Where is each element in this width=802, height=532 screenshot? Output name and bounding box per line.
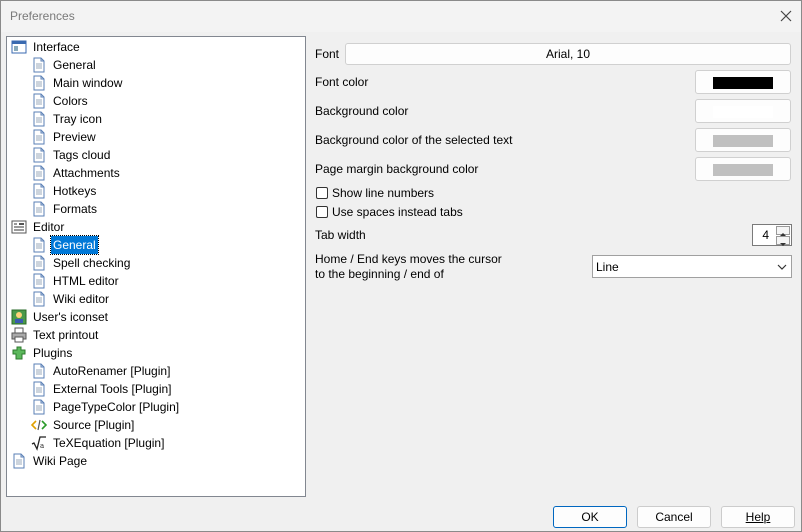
cancel-button[interactable]: Cancel <box>637 506 711 528</box>
iconset-icon <box>11 309 27 325</box>
spin-down-button[interactable] <box>776 236 790 246</box>
tab-width-spinbox[interactable]: 4 <box>752 224 792 246</box>
ok-label: OK <box>581 510 599 524</box>
selected-text-bg-button[interactable] <box>695 128 791 152</box>
show-line-numbers-label: Show line numbers <box>332 186 435 200</box>
ok-button[interactable]: OK <box>553 506 627 528</box>
page-icon <box>31 111 47 127</box>
tree-item-label: Colors <box>53 94 88 108</box>
tree-item-label: Editor <box>33 220 65 234</box>
tree-item-label: Plugins <box>33 346 73 360</box>
tree-item-label: Tags cloud <box>53 148 111 162</box>
help-button[interactable]: Help <box>721 506 795 528</box>
tree-item-label: AutoRenamer [Plugin] <box>53 364 171 378</box>
background-color-label: Background color <box>315 104 409 118</box>
page-icon <box>31 93 47 109</box>
page-icon <box>31 165 47 181</box>
title-bar: Preferences <box>1 1 801 32</box>
editor-icon <box>11 219 27 235</box>
page-icon <box>31 237 47 253</box>
page-margin-bg-label: Page margin background color <box>315 162 479 176</box>
code-icon <box>30 417 48 433</box>
help-label: Help <box>745 510 771 524</box>
font-value: Arial, 10 <box>545 47 591 61</box>
window-title: Preferences <box>10 9 75 23</box>
page-icon <box>31 363 47 379</box>
tree-item-label: PageTypeColor [Plugin] <box>53 400 180 414</box>
font-color-button[interactable] <box>695 70 791 94</box>
tree-item-label: General <box>53 58 96 72</box>
font-color-swatch <box>713 77 773 89</box>
tree-item-label: Spell checking <box>53 256 131 270</box>
cancel-label: Cancel <box>655 510 693 524</box>
tree-item-label: Text printout <box>33 328 99 342</box>
home-end-select[interactable]: Line <box>592 255 792 278</box>
tree-item-label: External Tools [Plugin] <box>53 382 172 396</box>
home-end-label-line2: to the beginning / end of <box>315 267 444 281</box>
home-end-value: Line <box>596 260 619 274</box>
close-icon[interactable] <box>777 7 795 25</box>
use-spaces-label: Use spaces instead tabs <box>332 205 463 219</box>
plugins-icon <box>11 345 27 361</box>
page-icon <box>31 147 47 163</box>
spin-up-button[interactable] <box>776 226 790 236</box>
tree-item-label: HTML editor <box>53 274 119 288</box>
tree-item-label: Wiki Page <box>33 454 88 468</box>
page-margin-bg-swatch <box>713 164 773 176</box>
page-icon <box>31 291 47 307</box>
tree-item-label: Attachments <box>53 166 120 180</box>
tree-item-label: Hotkeys <box>53 184 97 198</box>
page-icon <box>31 75 47 91</box>
tree-item-label: Tray icon <box>53 112 102 126</box>
tab-width-label: Tab width <box>315 228 366 242</box>
page-icon <box>11 453 27 469</box>
printer-icon <box>11 327 27 343</box>
tab-width-value: 4 <box>762 228 769 242</box>
preferences-tree[interactable]: Interface General Main window Colors Tray ic… <box>6 36 306 497</box>
page-icon <box>31 273 47 289</box>
page-icon <box>31 255 47 271</box>
page-icon <box>31 183 47 199</box>
svg-text:a: a <box>40 442 44 450</box>
tree-item-label: Formats <box>53 202 98 216</box>
chevron-down-icon <box>780 243 786 246</box>
sqrt-icon: a <box>31 435 47 451</box>
background-color-swatch <box>713 106 773 118</box>
page-icon <box>31 381 47 397</box>
tree-item-label: TeXEquation [Plugin] <box>53 436 165 450</box>
font-color-label: Font color <box>315 75 369 89</box>
home-end-label-line1: Home / End keys moves the cursor <box>315 252 502 266</box>
tree-item-label: Main window <box>53 76 123 90</box>
tree-item-label: Interface <box>33 40 80 54</box>
background-color-button[interactable] <box>695 99 791 123</box>
font-button[interactable]: Arial, 10 <box>345 43 791 65</box>
tree-item-label: Wiki editor <box>53 292 110 306</box>
tree-item-label: User's iconset <box>33 310 108 324</box>
page-icon <box>31 399 47 415</box>
selected-text-bg-label: Background color of the selected text <box>315 133 513 147</box>
show-line-numbers-checkbox[interactable] <box>316 187 328 199</box>
page-icon <box>31 201 47 217</box>
use-spaces-checkbox[interactable] <box>316 206 328 218</box>
tree-item-label: Source [Plugin] <box>53 418 135 432</box>
page-margin-bg-button[interactable] <box>695 157 791 181</box>
tree-item-label: Preview <box>53 130 96 144</box>
page-icon <box>31 129 47 145</box>
font-label: Font <box>315 47 340 61</box>
preferences-window: Preferences Interface General Main window C… <box>0 0 802 532</box>
chevron-down-icon <box>777 264 787 270</box>
selected-text-bg-swatch <box>713 135 773 147</box>
interface-icon <box>11 39 27 55</box>
page-icon <box>31 57 47 73</box>
tree-item-label: General <box>50 235 99 255</box>
